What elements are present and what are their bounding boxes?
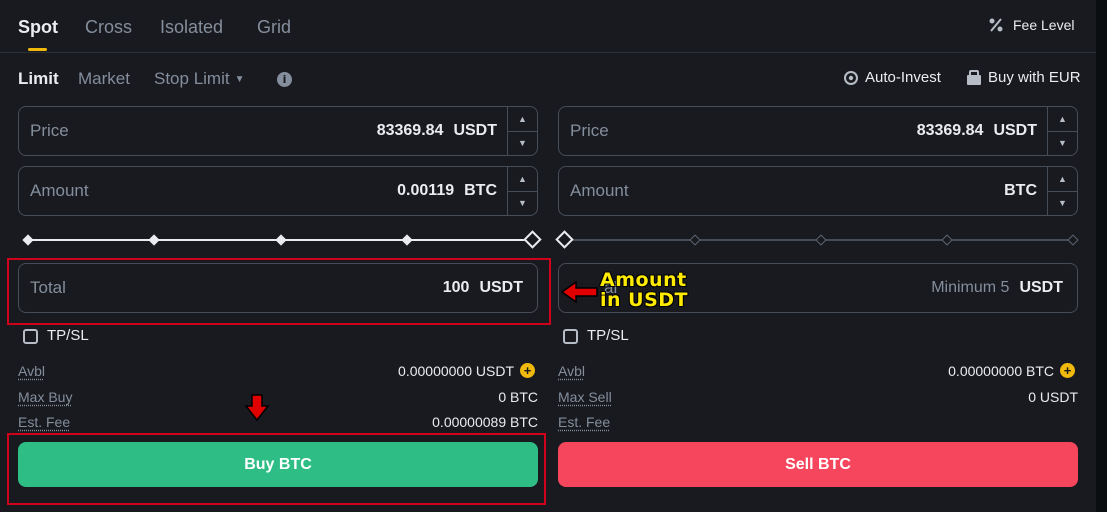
buy-slider-mark-50[interactable]: [275, 234, 287, 246]
annotation-text: Amount in USDT: [600, 270, 688, 310]
deposit-plus-icon[interactable]: +: [520, 363, 535, 378]
sell-avbl-value: 0.00000000 BTC: [948, 363, 1054, 379]
sell-amount-stepper[interactable]: ▲ ▼: [1047, 167, 1077, 215]
sell-fee-label: Est. Fee: [558, 414, 611, 430]
buy-slider-mark-75[interactable]: [401, 234, 413, 246]
increment-icon[interactable]: ▲: [1048, 107, 1077, 132]
decrement-icon[interactable]: ▼: [508, 192, 537, 216]
sell-btc-button[interactable]: Sell BTC: [558, 442, 1078, 487]
decrement-icon[interactable]: ▼: [1048, 192, 1077, 216]
buy-amount-unit: BTC: [464, 182, 497, 199]
sell-tpsl-label: TP/SL: [587, 327, 629, 344]
order-type-market[interactable]: Market: [78, 69, 130, 89]
decrement-icon[interactable]: ▼: [508, 132, 537, 156]
sell-price-unit: USDT: [993, 122, 1037, 139]
buy-button-highlight-box: [7, 433, 546, 505]
auto-invest-label: Auto-Invest: [865, 69, 941, 86]
buy-with-eur-link[interactable]: Buy with EUR: [966, 69, 1081, 86]
sell-tpsl-checkbox[interactable]: [563, 329, 578, 344]
buy-fee-value: 0.00000089 BTC: [432, 414, 538, 430]
caret-down-icon: ▼: [234, 73, 245, 85]
tabs-divider: [0, 52, 1096, 53]
tab-spot[interactable]: Spot: [18, 17, 58, 38]
buy-fee-label: Est. Fee: [18, 414, 71, 430]
increment-icon[interactable]: ▲: [1048, 167, 1077, 192]
sell-slider-mark-25[interactable]: [689, 234, 701, 246]
tab-grid[interactable]: Grid: [257, 17, 291, 38]
percent-icon: [989, 18, 1003, 32]
decrement-icon[interactable]: ▼: [1048, 132, 1077, 156]
deposit-plus-icon[interactable]: +: [1060, 363, 1075, 378]
sell-price-label: Price: [570, 121, 609, 140]
sell-slider-mark-100[interactable]: [1067, 234, 1079, 246]
sell-price-value[interactable]: 83369.84: [917, 122, 984, 140]
sell-amount-field[interactable]: Amount BTC ▲ ▼: [558, 166, 1078, 216]
tab-isolated[interactable]: Isolated: [160, 17, 223, 38]
order-type-stop-limit[interactable]: Stop Limit ▼: [154, 69, 245, 89]
sell-slider-mark-75[interactable]: [941, 234, 953, 246]
auto-invest-icon: [844, 70, 858, 85]
sell-amount-unit: BTC: [1004, 182, 1037, 199]
increment-icon[interactable]: ▲: [508, 107, 537, 132]
fee-level-label: Fee Level: [1013, 17, 1075, 33]
buy-max-value: 0 BTC: [498, 389, 538, 405]
annotation-line-1: Amount: [600, 269, 687, 291]
active-tab-indicator: [28, 48, 47, 51]
sell-max-value: 0 USDT: [1028, 389, 1078, 405]
buy-max-label: Max Buy: [18, 389, 73, 405]
buy-avbl-value: 0.00000000 USDT: [398, 363, 514, 379]
buy-slider-mark-25[interactable]: [148, 234, 160, 246]
sell-price-field[interactable]: Price 83369.84 USDT ▲ ▼: [558, 106, 1078, 156]
buy-amount-stepper[interactable]: ▲ ▼: [507, 167, 537, 215]
order-type-limit[interactable]: Limit: [18, 69, 59, 89]
buy-price-value[interactable]: 83369.84: [377, 122, 444, 140]
sell-max-label: Max Sell: [558, 389, 612, 405]
left-arrow-icon: [560, 280, 598, 304]
annotation-line-2: in USDT: [600, 289, 688, 311]
wallet-icon: [967, 69, 981, 85]
buy-tpsl-label: TP/SL: [47, 327, 89, 344]
sell-slider-handle[interactable]: [555, 230, 574, 249]
info-icon[interactable]: i: [277, 72, 292, 87]
buy-amount-value[interactable]: 0.00119: [397, 182, 454, 200]
increment-icon[interactable]: ▲: [508, 167, 537, 192]
buy-with-eur-label: Buy with EUR: [988, 69, 1081, 86]
sell-slider-mark-50[interactable]: [815, 234, 827, 246]
buy-amount-label: Amount: [30, 181, 89, 200]
sell-amount-label: Amount: [570, 181, 629, 200]
auto-invest-link[interactable]: Auto-Invest: [843, 69, 941, 86]
buy-tpsl-checkbox[interactable]: [23, 329, 38, 344]
buy-avbl-label: Avbl: [18, 363, 45, 379]
buy-price-unit: USDT: [453, 122, 497, 139]
panel-edge: [1096, 0, 1107, 512]
fee-level-button[interactable]: Fee Level: [988, 17, 1074, 33]
sell-price-stepper[interactable]: ▲ ▼: [1047, 107, 1077, 155]
sell-total-unit: USDT: [1019, 279, 1063, 296]
stop-limit-label: Stop Limit: [154, 69, 230, 88]
sell-total-placeholder[interactable]: Minimum 5: [931, 279, 1009, 297]
buy-price-field[interactable]: Price 83369.84 USDT ▲ ▼: [18, 106, 538, 156]
buy-slider-mark-0[interactable]: [22, 234, 34, 246]
buy-amount-field[interactable]: Amount 0.00119 BTC ▲ ▼: [18, 166, 538, 216]
buy-price-stepper[interactable]: ▲ ▼: [507, 107, 537, 155]
sell-avbl-label: Avbl: [558, 363, 585, 379]
buy-slider-handle[interactable]: [523, 230, 542, 249]
total-highlight-box: [7, 258, 551, 325]
buy-price-label: Price: [30, 121, 69, 140]
tab-cross[interactable]: Cross: [85, 17, 132, 38]
down-arrow-icon: [244, 394, 270, 422]
